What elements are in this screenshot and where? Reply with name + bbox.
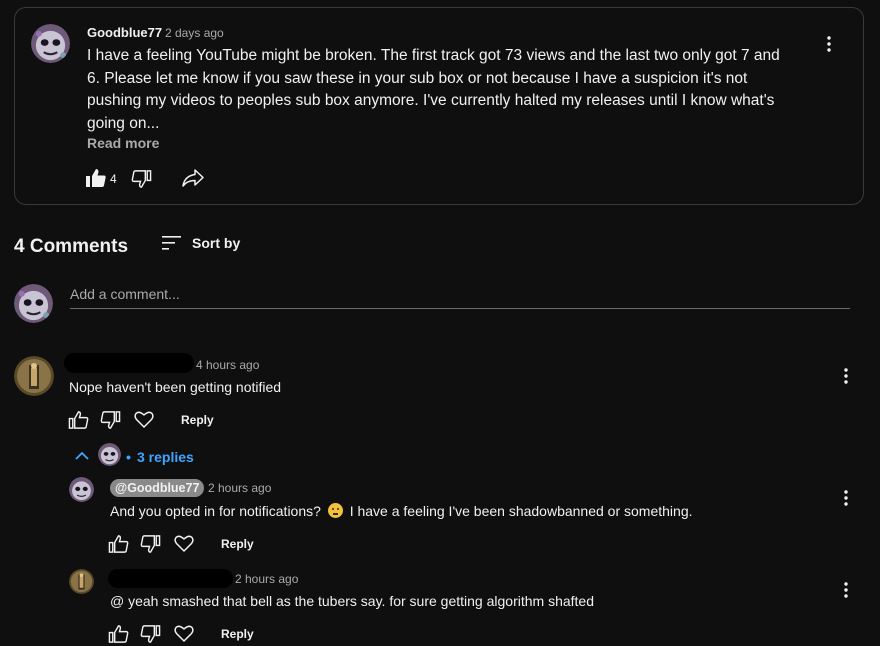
comment-body: Nope haven't been getting notified: [69, 379, 282, 395]
redacted-username: [108, 569, 233, 588]
post-body-line: 6. Please let me know if you saw these i…: [87, 69, 748, 87]
reply-reply-button[interactable]: Reply: [221, 537, 254, 551]
thumbs-down-icon: [140, 625, 161, 643]
post-author-name[interactable]: Goodblue77: [87, 25, 162, 40]
post-body-line: pushing my videos to peoples sub box any…: [87, 92, 775, 109]
thinking-face-icon: [327, 503, 343, 518]
comment-dislike-button[interactable]: [100, 410, 121, 430]
comment-more-actions-icon[interactable]: [836, 366, 856, 386]
heart-icon: [174, 535, 194, 552]
comment-reply-button[interactable]: Reply: [181, 413, 214, 427]
share-icon: [182, 169, 204, 187]
thumbs-down-icon: [140, 535, 161, 553]
post-body-line: going on...: [87, 114, 160, 132]
replies-bullet: •: [126, 449, 131, 465]
post-author-avatar[interactable]: [31, 24, 70, 63]
thumbs-down-icon: [131, 170, 152, 188]
sort-icon: [162, 236, 181, 250]
reply-body: @ yeah smashed that bell as the tubers s…: [110, 593, 594, 609]
post-timestamp[interactable]: 2 days ago: [165, 26, 224, 40]
reply-reply-button[interactable]: Reply: [221, 627, 254, 641]
thumbs-up-icon: [108, 535, 129, 553]
reply-timestamp[interactable]: 2 hours ago: [208, 481, 271, 495]
current-user-avatar: [14, 284, 53, 323]
reply-more-actions-icon[interactable]: [836, 488, 856, 508]
post-dislike-button[interactable]: [131, 169, 152, 189]
comments-count-heading: 4 Comments: [14, 236, 129, 257]
heart-icon: [134, 411, 154, 428]
chevron-up-icon: [75, 451, 89, 460]
post-share-button[interactable]: [181, 168, 205, 188]
reply-more-actions-icon[interactable]: [836, 580, 856, 600]
reply-dislike-button[interactable]: [140, 624, 161, 644]
post-like-count: 4: [110, 172, 117, 186]
reply-heart-button[interactable]: [174, 534, 194, 553]
reply-like-button[interactable]: [108, 624, 129, 644]
comment-timestamp[interactable]: 4 hours ago: [196, 358, 259, 372]
replies-count-link[interactable]: 3 replies: [137, 449, 194, 465]
thumbs-up-filled-icon: [86, 169, 106, 187]
commenter-avatar[interactable]: [14, 356, 54, 396]
reply-body: And you opted in for notifications? I ha…: [110, 503, 693, 519]
sort-by-label: Sort by: [192, 235, 241, 251]
read-more-button[interactable]: Read more: [87, 135, 159, 151]
reply-author-avatar[interactable]: [69, 569, 94, 594]
add-comment-underline: [70, 308, 850, 309]
comment-heart-button[interactable]: [134, 410, 154, 429]
replies-toggle[interactable]: • 3 replies: [74, 442, 204, 470]
reply-timestamp[interactable]: 2 hours ago: [235, 572, 298, 586]
thumbs-up-icon: [68, 411, 89, 429]
post-body: I have a feeling YouTube might be broken…: [87, 45, 827, 135]
post-more-actions-icon[interactable]: [819, 34, 839, 54]
author-mention-chip[interactable]: @Goodblue77: [110, 479, 205, 497]
reply-body-text: I have a feeling I've been shadowbanned …: [349, 503, 693, 519]
thumbs-down-icon: [100, 411, 121, 429]
reply-heart-button[interactable]: [174, 624, 194, 643]
post-body-line: I have a feeling YouTube might be broken…: [87, 47, 780, 64]
comment-like-button[interactable]: [68, 410, 89, 430]
thumbs-up-icon: [108, 625, 129, 643]
reply-author-avatar[interactable]: [69, 477, 94, 502]
sort-by-button[interactable]: Sort by: [161, 233, 251, 255]
reply-dislike-button[interactable]: [140, 534, 161, 554]
heart-icon: [174, 625, 194, 642]
redacted-username: [64, 353, 194, 373]
post-like-button[interactable]: [85, 168, 107, 188]
reply-body-text: And you opted in for notifications?: [110, 503, 321, 519]
add-comment-input[interactable]: Add a comment...: [70, 286, 850, 302]
reply-like-button[interactable]: [108, 534, 129, 554]
reply-author-avatar-small: [98, 443, 121, 466]
